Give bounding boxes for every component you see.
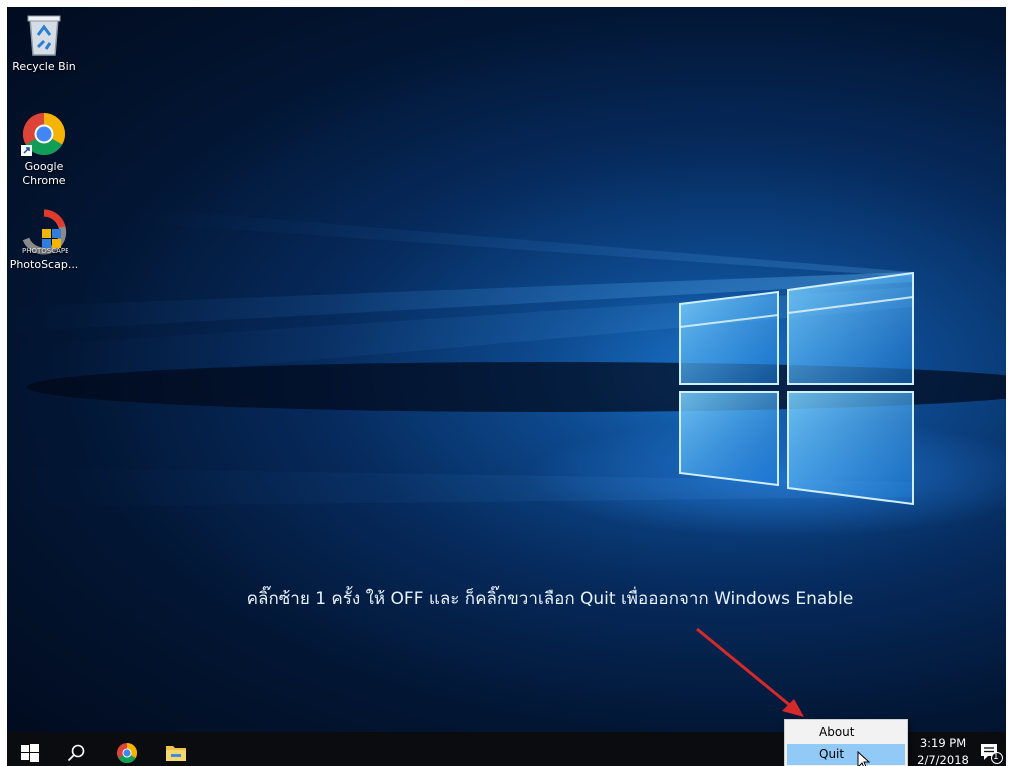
start-icon — [21, 743, 39, 762]
menu-item-quit[interactable]: Quit — [787, 744, 905, 765]
clock-time: 3:19 PM — [919, 736, 967, 750]
menu-item-about[interactable]: About — [787, 722, 905, 743]
notification-icon — [980, 743, 1003, 764]
search-button[interactable] — [53, 732, 99, 766]
desktop-screen: Recycle Bin Google Chrome PHOTOSCAPE Pho… — [7, 7, 1006, 766]
search-icon — [67, 744, 85, 761]
clock-date: 2/7/2018 — [917, 753, 969, 766]
start-button[interactable] — [7, 732, 53, 766]
system-clock[interactable]: 3:19 PM 2/7/2018 — [907, 735, 979, 766]
file-explorer-icon — [166, 745, 186, 761]
taskbar-file-explorer-button[interactable] — [153, 732, 199, 766]
annotation-arrow — [696, 627, 804, 717]
notification-count: 1 — [993, 752, 999, 762]
mouse-cursor-icon — [857, 751, 871, 766]
chrome-icon — [116, 742, 138, 763]
tray-context-menu: About Quit — [784, 719, 908, 766]
taskbar-chrome-button[interactable] — [104, 732, 150, 766]
action-center-button[interactable]: 1 — [975, 732, 1006, 766]
